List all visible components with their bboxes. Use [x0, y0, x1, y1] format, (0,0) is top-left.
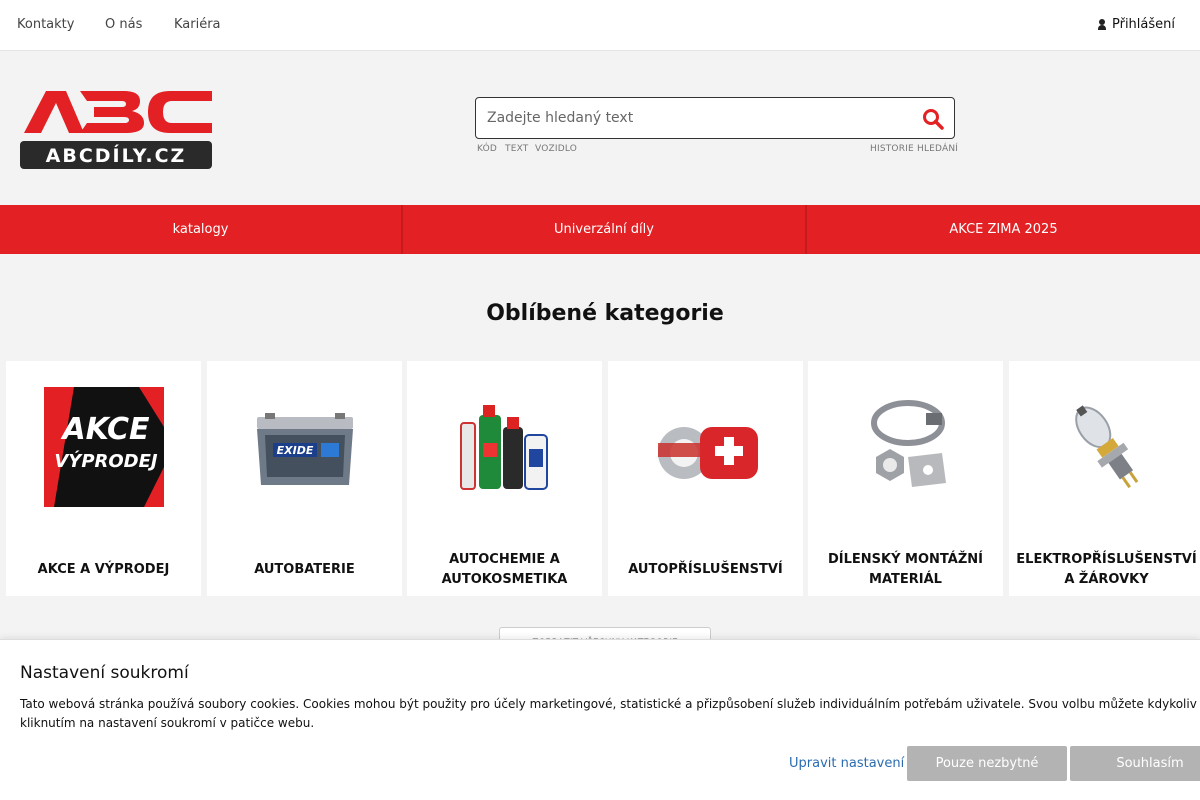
svg-text:EXIDE: EXIDE	[277, 444, 314, 457]
logo-text: ABCDÍLY.CZ	[46, 144, 187, 167]
login-label: Přihlášení	[1111, 17, 1175, 32]
category-card-autochemie[interactable]: AUTOCHEMIE A AUTOKOSMETIKA	[407, 361, 602, 596]
user-icon	[1097, 19, 1106, 30]
search-input[interactable]	[487, 107, 907, 129]
akce-vyprodej-banner: AKCE VÝPRODEJ	[44, 387, 164, 507]
nav-item-katalogy[interactable]: katalogy	[0, 205, 403, 254]
search-mode-vozidlo[interactable]: VOZIDLO	[535, 144, 577, 154]
accept-button[interactable]: Souhlasím	[1070, 746, 1200, 781]
main-nav: katalogy Univerzální díly AKCE ZIMA 2025	[0, 205, 1200, 254]
cookie-consent-panel: Nastavení soukromí Tato webová stránka p…	[0, 639, 1200, 800]
search-box	[475, 97, 955, 139]
search-history-link[interactable]: HISTORIE HLEDÁNÍ	[870, 144, 958, 154]
abcdily-logo[interactable]: ABCDÍLY.CZ	[20, 89, 212, 169]
link-kontakty[interactable]: Kontakty	[17, 17, 74, 32]
search-icon[interactable]	[922, 108, 944, 130]
category-label: AUTOPŘÍSLUŠENSTVÍ	[628, 562, 783, 577]
tape-first-aid-image	[658, 427, 758, 479]
category-card-autoprislusenstvi[interactable]: AUTOPŘÍSLUŠENSTVÍ	[608, 361, 803, 596]
category-label: AKCE A VÝPRODEJ	[37, 562, 170, 577]
search-mode-text[interactable]: TEXT	[505, 144, 529, 154]
category-label: AUTOBATERIE	[254, 562, 355, 577]
link-o-nas[interactable]: O nás	[105, 17, 142, 32]
svg-text:VÝPRODEJ: VÝPRODEJ	[54, 450, 158, 472]
necessary-only-button[interactable]: Pouze nezbytné	[907, 746, 1067, 781]
nav-item-univerzalni-dily[interactable]: Univerzální díly	[403, 205, 807, 254]
top-bar: Kontakty O nás Kariéra Přihlášení	[0, 0, 1200, 51]
svg-text:AKCE: AKCE	[60, 412, 150, 447]
cookie-text-line2: kliknutím na nastavení soukromí v patičc…	[20, 716, 315, 730]
car-battery-image: EXIDE	[257, 413, 353, 485]
category-card-akce-vyprodej[interactable]: AKCE VÝPRODEJ AKCE A VÝPRODEJ	[6, 361, 201, 596]
hardware-image	[871, 400, 946, 487]
section-title: Oblíbené kategorie	[486, 301, 724, 326]
headlight-bulb-image	[1075, 405, 1139, 489]
login-button[interactable]: Přihlášení	[1097, 17, 1175, 32]
category-label: ELEKTROPŘÍSLUŠENSTVÍ A ŽÁROVKY	[1016, 552, 1197, 587]
nav-item-akce-zima[interactable]: AKCE ZIMA 2025	[807, 205, 1200, 254]
car-chemicals-image	[460, 405, 548, 490]
cookie-title: Nastavení soukromí	[20, 663, 189, 683]
link-kariera[interactable]: Kariéra	[174, 17, 221, 32]
category-label: AUTOCHEMIE A AUTOKOSMETIKA	[441, 552, 568, 587]
category-card-dilensky-material[interactable]: DÍLENSKÝ MONTÁŽNÍ MATERIÁL	[808, 361, 1003, 596]
search-mode-kod[interactable]: KÓD	[477, 144, 497, 154]
category-card-elektroprislusenstvi[interactable]: ELEKTROPŘÍSLUŠENSTVÍ A ŽÁROVKY	[1009, 361, 1200, 596]
category-card-autobaterie[interactable]: EXIDE AUTOBATERIE	[207, 361, 402, 596]
category-label: DÍLENSKÝ MONTÁŽNÍ MATERIÁL	[828, 552, 983, 587]
cookie-text-line1: Tato webová stránka používá soubory cook…	[20, 697, 1200, 711]
cookie-text: Tato webová stránka používá soubory cook…	[20, 695, 1200, 733]
cookie-settings-link[interactable]: Upravit nastavení	[789, 756, 904, 771]
